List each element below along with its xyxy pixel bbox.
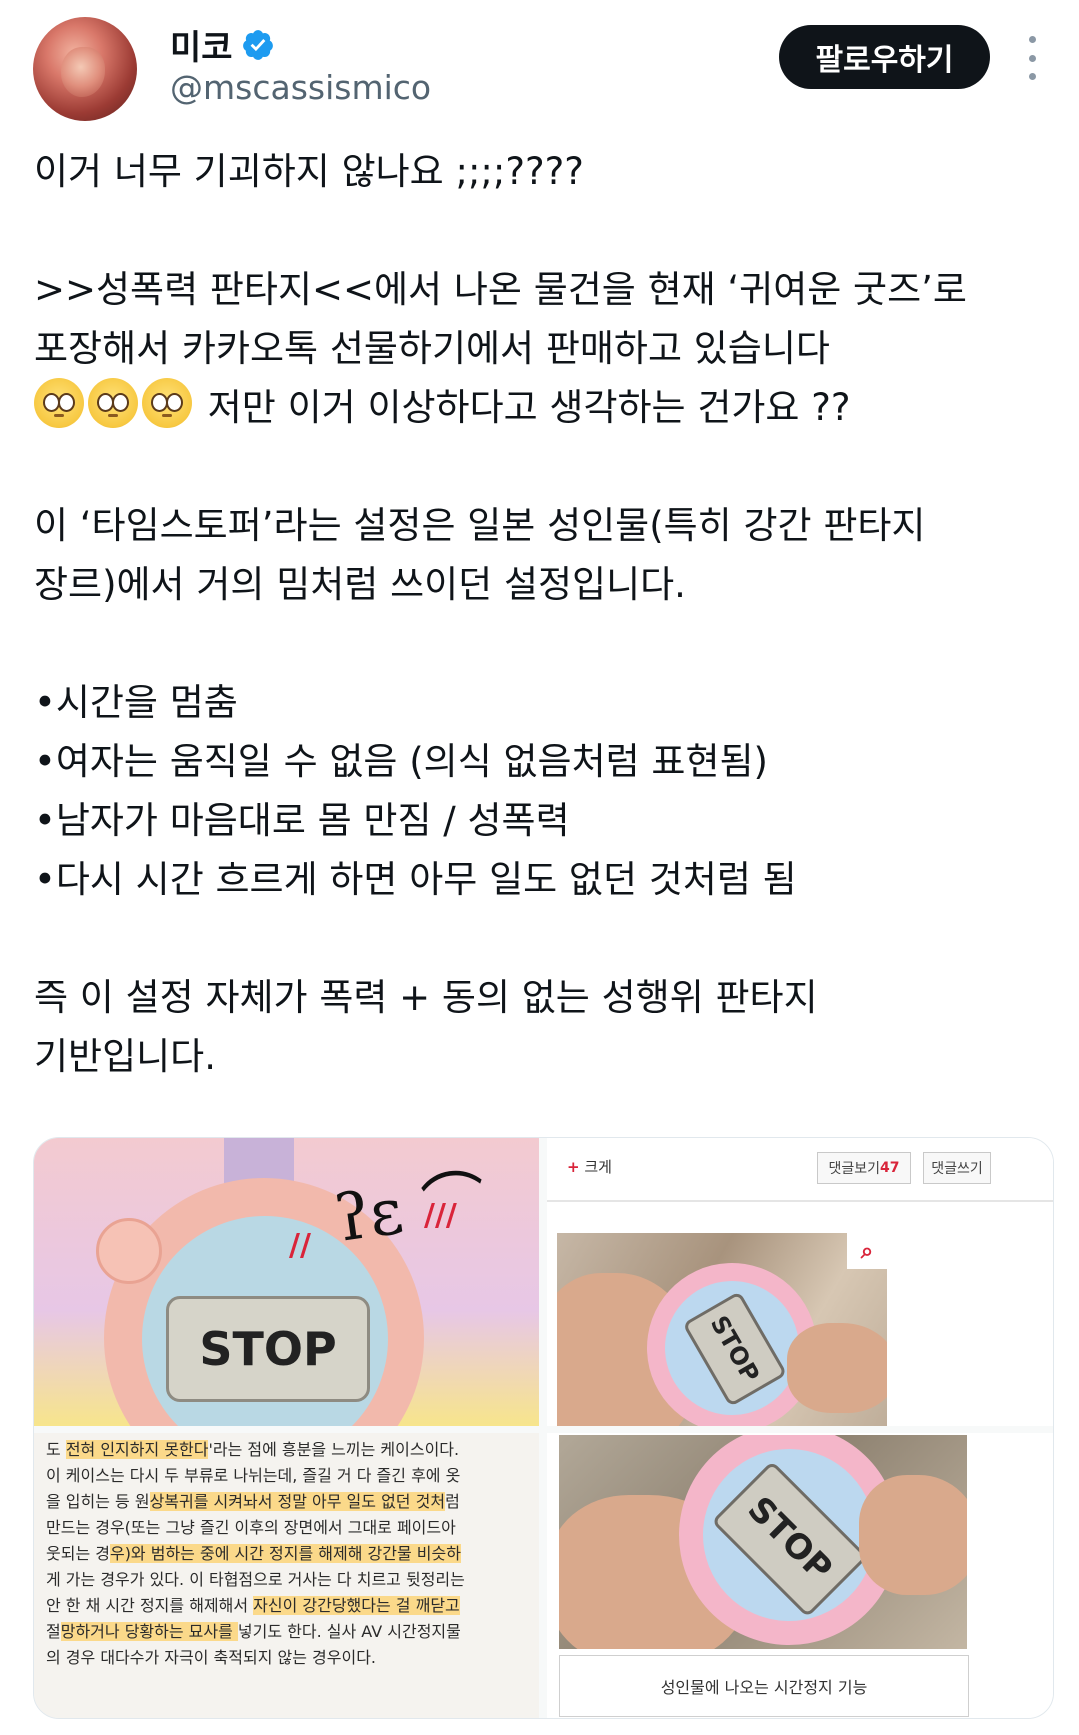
view-comments-button[interactable]: 댓글보기 47 (817, 1152, 911, 1184)
tweet-line: 이거 너무 기괴하지 않나요 ;;;;???? (34, 150, 584, 193)
tweet-line: 기반입니다. (34, 1035, 216, 1078)
tweet-line: 저만 이거 이상하다고 생각하는 건가요 ?? (207, 386, 851, 429)
author-name[interactable]: 미코 (170, 20, 233, 69)
media-grid[interactable]: STOP ʔɛ ⌒ /// // + 크게 댓글보기 47 댓글쓰기 STOP ⌕… (33, 1137, 1054, 1719)
tweet-bullet: •다시 시간 흐르게 하면 아무 일도 없던 것처럼 됨 (34, 858, 797, 901)
toy-hand-photo: STOP (559, 1435, 967, 1649)
toy-knob (96, 1218, 162, 1284)
follow-button[interactable]: 팔로우하기 (779, 25, 990, 89)
media-image-toy[interactable]: STOP ʔɛ ⌒ /// // (34, 1138, 539, 1426)
media-image-toy-hand[interactable]: STOP 성인물에 나오는 시간정지 기능 (547, 1433, 1053, 1718)
tweet-line: 포장해서 카카오톡 선물하기에서 판매하고 있습니다 (34, 327, 830, 370)
author-handle[interactable]: @mscassismico (170, 68, 431, 107)
enlarge-button[interactable]: + 크게 (567, 1156, 612, 1177)
tweet-line-with-emoji: 저만 이거 이상하다고 생각하는 건가요 ?? (34, 378, 1054, 437)
avatar[interactable] (33, 17, 137, 121)
eyes-emoji-icon (142, 378, 192, 428)
tweet-bullet: •시간을 멈춤 (34, 681, 238, 724)
write-comment-button[interactable]: 댓글쓰기 (923, 1152, 991, 1184)
tweet-line: >>성폭력 판타지<<에서 나온 물건을 현재 ‘귀여운 굿즈’로 (34, 268, 967, 311)
toy-screen: STOP (166, 1296, 370, 1402)
tweet-line: 즉 이 설정 자체가 폭력 + 동의 없는 성행위 판타지 (34, 976, 818, 1019)
tweet-bullet: •여자는 움직일 수 없음 (의식 없음처럼 표현됨) (34, 740, 768, 783)
media-image-webpage[interactable]: + 크게 댓글보기 47 댓글쓰기 STOP ⌕ (547, 1138, 1053, 1426)
webpage-toolbar: + 크게 댓글보기 47 댓글쓰기 (547, 1138, 1053, 1202)
webpage-photo: STOP (557, 1233, 887, 1426)
emphasis-mark: /// (424, 1198, 457, 1233)
eyes-emoji-icon (88, 378, 138, 428)
image-caption: 성인물에 나오는 시간정지 기능 (559, 1655, 969, 1717)
tweet-header: 미코 @mscassismico 팔로우하기 (0, 0, 1079, 130)
author-name-row: 미코 (170, 20, 275, 69)
eyes-emoji-icon (34, 378, 84, 428)
tweet-bullet: •남자가 마음대로 몸 만짐 / 성폭력 (34, 799, 570, 842)
tweet-text: 이거 너무 기괴하지 않나요 ;;;;???? >>성폭력 판타지<<에서 나온… (34, 142, 1054, 1086)
emphasis-mark: // (289, 1228, 311, 1263)
media-image-document[interactable]: 도 전혀 인지하지 못한다'라는 점에 흥분을 느끼는 케이스이다. 이 케이스… (34, 1433, 539, 1718)
document-text: 도 전혀 인지하지 못한다'라는 점에 흥분을 느끼는 케이스이다. 이 케이스… (46, 1440, 465, 1667)
tweet-line: 장르)에서 거의 밈처럼 쓰이던 설정입니다. (34, 563, 686, 606)
magnifier-icon[interactable]: ⌕ (847, 1233, 887, 1269)
plus-icon: + (567, 1158, 580, 1176)
more-options-icon[interactable] (1022, 36, 1042, 80)
tweet-line: 이 ‘타임스토퍼’라는 설정은 일본 성인물(특히 강간 판타지 (34, 504, 926, 547)
verified-badge-icon (242, 29, 273, 60)
